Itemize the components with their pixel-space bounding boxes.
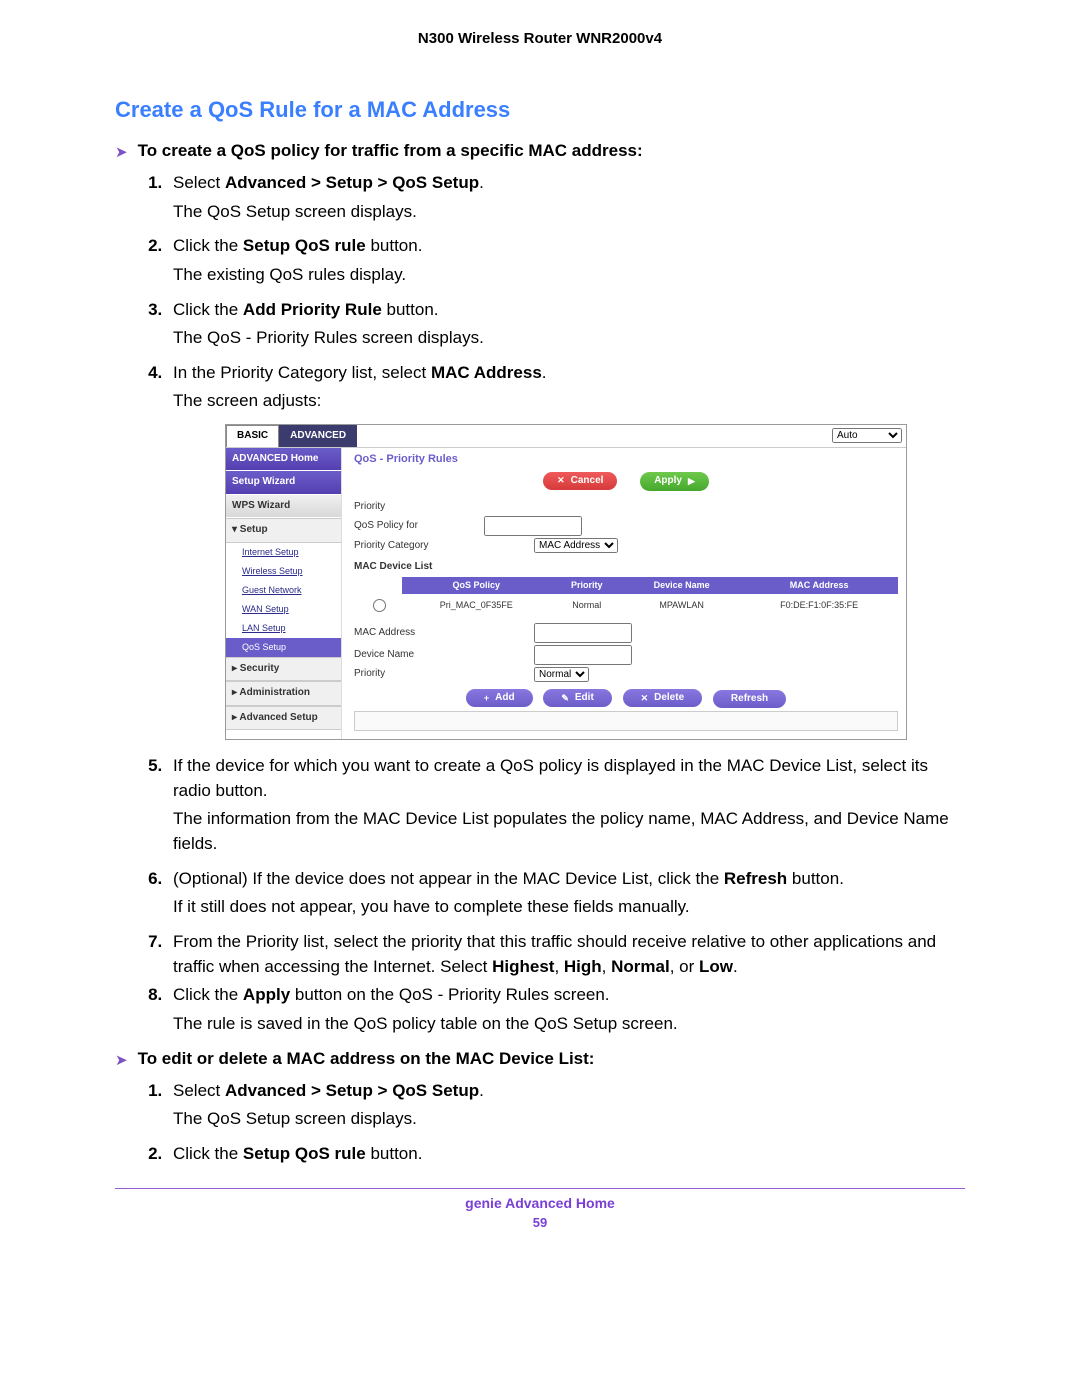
sidebar-link-internet[interactable]: Internet Setup	[226, 543, 341, 562]
step-3: Click the Add Priority Rule button. The …	[167, 298, 965, 351]
play-icon: ▶	[688, 475, 695, 488]
sidebar-link-lan[interactable]: LAN Setup	[226, 619, 341, 638]
x-icon: ✕	[641, 692, 649, 705]
priority-select[interactable]: Normal	[534, 667, 589, 682]
step-8: Click the Apply button on the QoS - Prio…	[167, 983, 965, 1036]
edit-button[interactable]: ✎Edit	[543, 689, 611, 708]
intro-text: To create a QoS policy for traffic from …	[138, 141, 643, 161]
step-7: From the Priority list, select the prior…	[167, 930, 965, 979]
footer: genie Advanced Home 59	[115, 1195, 965, 1230]
sidebar-wps-wizard[interactable]: WPS Wizard	[226, 495, 341, 519]
edit-step-1: Select Advanced > Setup > QoS Setup. The…	[167, 1079, 965, 1132]
th-mac: MAC Address	[740, 577, 898, 594]
devlist-label: MAC Device List	[354, 560, 898, 575]
sidebar-link-qos[interactable]: QoS Setup	[226, 638, 341, 657]
devname-input[interactable]	[534, 645, 632, 665]
auto-select[interactable]: Auto	[832, 428, 902, 443]
steps-list: Select Advanced > Setup > QoS Setup. The…	[115, 171, 965, 1037]
table-row: Pri_MAC_0F35FE Normal MPAWLAN F0:DE:F1:0…	[354, 594, 898, 618]
edit-text: To edit or delete a MAC address on the M…	[138, 1049, 595, 1069]
sidebar: ADVANCED Home Setup Wizard WPS Wizard ▾ …	[226, 448, 342, 739]
arrow-right-icon: ➤	[115, 1051, 128, 1069]
router-screenshot: BASIC ADVANCED Auto ADVANCED Home Setup …	[225, 424, 907, 740]
refresh-button[interactable]: Refresh	[713, 690, 786, 709]
footer-rule	[115, 1188, 965, 1189]
page-number: 59	[115, 1215, 965, 1230]
step-6: (Optional) If the device does not appear…	[167, 867, 965, 920]
doc-header: N300 Wireless Router WNR2000v4	[115, 30, 965, 47]
category-select[interactable]: MAC Address	[534, 538, 618, 553]
policy-label: QoS Policy for	[354, 519, 484, 534]
intro-heading: ➤ To create a QoS policy for traffic fro…	[115, 141, 965, 161]
x-icon: ✕	[557, 474, 565, 487]
edit-step-2: Click the Setup QoS rule button.	[167, 1142, 965, 1167]
mac-input[interactable]	[534, 623, 632, 643]
sidebar-setup-section[interactable]: ▾ Setup	[226, 518, 341, 543]
tab-basic[interactable]: BASIC	[226, 425, 279, 447]
priority2-label: Priority	[354, 667, 484, 682]
step-1: Select Advanced > Setup > QoS Setup. The…	[167, 171, 965, 224]
sidebar-link-wan[interactable]: WAN Setup	[226, 600, 341, 619]
th-device: Device Name	[623, 577, 740, 594]
delete-button[interactable]: ✕Delete	[623, 689, 703, 708]
pencil-icon: ✎	[561, 692, 569, 705]
sidebar-adv-home[interactable]: ADVANCED Home	[226, 448, 341, 472]
panel-title: QoS - Priority Rules	[354, 452, 898, 468]
edit-heading: ➤ To edit or delete a MAC address on the…	[115, 1049, 965, 1069]
devname-label: Device Name	[354, 648, 484, 663]
footer-title: genie Advanced Home	[115, 1195, 965, 1211]
cancel-button[interactable]: ✕Cancel	[543, 472, 617, 491]
arrow-right-icon: ➤	[115, 143, 128, 161]
device-table: QoS Policy Priority Device Name MAC Addr…	[354, 577, 898, 618]
tab-advanced[interactable]: ADVANCED	[279, 425, 357, 447]
step-5: If the device for which you want to crea…	[167, 754, 965, 857]
policy-input[interactable]	[484, 516, 582, 536]
sidebar-link-wireless[interactable]: Wireless Setup	[226, 562, 341, 581]
add-button[interactable]: +Add	[466, 689, 533, 708]
sidebar-administration[interactable]: ▸ Administration	[226, 681, 341, 706]
sidebar-setup-wizard[interactable]: Setup Wizard	[226, 471, 341, 495]
priority-label: Priority	[354, 500, 484, 515]
plus-icon: +	[484, 692, 489, 705]
section-title: Create a QoS Rule for a MAC Address	[115, 97, 965, 123]
edit-steps-list: Select Advanced > Setup > QoS Setup. The…	[115, 1079, 965, 1167]
sidebar-link-guest[interactable]: Guest Network	[226, 581, 341, 600]
sidebar-adv-setup[interactable]: ▸ Advanced Setup	[226, 706, 341, 731]
category-label: Priority Category	[354, 539, 484, 554]
th-priority: Priority	[551, 577, 623, 594]
sidebar-security[interactable]: ▸ Security	[226, 657, 341, 682]
step-2: Click the Setup QoS rule button. The exi…	[167, 234, 965, 287]
bottom-strip	[354, 711, 898, 731]
row-radio[interactable]	[373, 599, 386, 612]
mac-label: MAC Address	[354, 626, 484, 641]
th-policy: QoS Policy	[402, 577, 551, 594]
apply-button[interactable]: Apply▶	[640, 472, 709, 491]
step-4: In the Priority Category list, select MA…	[167, 361, 965, 740]
